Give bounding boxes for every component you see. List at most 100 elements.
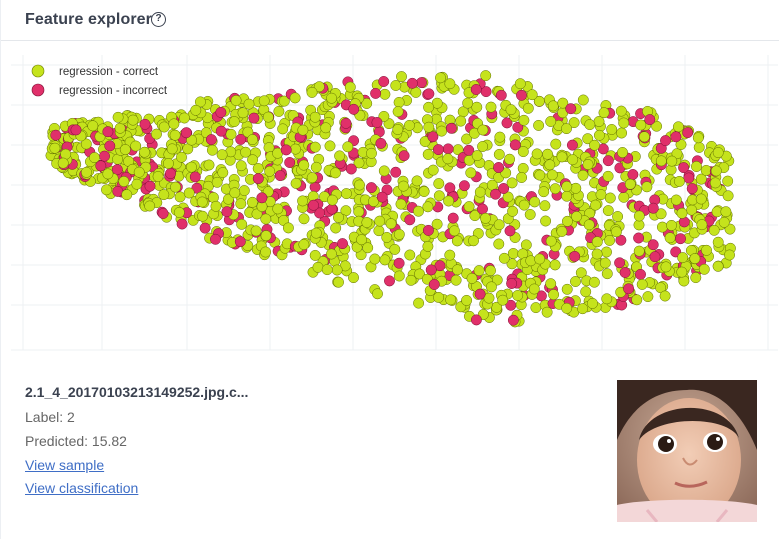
point-correct[interactable] — [411, 175, 423, 187]
point-incorrect[interactable] — [384, 275, 395, 287]
point-correct[interactable] — [309, 249, 321, 261]
point-correct[interactable] — [471, 101, 483, 113]
point-correct[interactable] — [709, 177, 721, 189]
point-correct[interactable] — [462, 97, 474, 109]
point-correct[interactable] — [410, 86, 422, 98]
point-correct[interactable] — [656, 221, 668, 233]
point-correct[interactable] — [577, 169, 589, 181]
point-correct[interactable] — [243, 98, 255, 110]
point-correct[interactable] — [722, 190, 734, 202]
point-correct[interactable] — [236, 218, 248, 230]
point-correct[interactable] — [310, 161, 322, 173]
point-incorrect[interactable] — [506, 278, 518, 289]
point-correct[interactable] — [712, 147, 724, 159]
point-correct[interactable] — [480, 70, 492, 82]
point-correct[interactable] — [361, 217, 373, 228]
point-correct[interactable] — [310, 227, 322, 239]
point-correct[interactable] — [516, 172, 528, 183]
point-correct[interactable] — [158, 189, 170, 201]
point-correct[interactable] — [260, 213, 272, 225]
point-correct[interactable] — [210, 200, 222, 212]
point-correct[interactable] — [455, 115, 467, 127]
point-correct[interactable] — [461, 294, 473, 306]
point-correct[interactable] — [217, 167, 229, 179]
point-correct[interactable] — [493, 148, 505, 160]
point-correct[interactable] — [260, 230, 272, 242]
point-correct[interactable] — [422, 240, 434, 252]
point-incorrect[interactable] — [647, 239, 659, 251]
point-correct[interactable] — [168, 118, 180, 130]
point-correct[interactable] — [433, 178, 445, 190]
point-correct[interactable] — [306, 86, 318, 98]
point-correct[interactable] — [507, 205, 519, 217]
point-correct[interactable] — [423, 101, 435, 113]
point-correct[interactable] — [348, 272, 359, 284]
point-correct[interactable] — [601, 246, 612, 258]
point-correct[interactable] — [598, 107, 610, 119]
point-correct[interactable] — [616, 127, 628, 139]
point-correct[interactable] — [636, 278, 648, 290]
point-incorrect[interactable] — [370, 87, 382, 99]
point-correct[interactable] — [362, 242, 374, 254]
point-incorrect[interactable] — [256, 192, 268, 204]
point-correct[interactable] — [333, 211, 344, 223]
point-correct[interactable] — [561, 123, 572, 135]
point-incorrect[interactable] — [406, 77, 418, 89]
point-correct[interactable] — [216, 149, 228, 161]
point-incorrect[interactable] — [678, 162, 690, 174]
point-incorrect[interactable] — [644, 114, 656, 126]
point-correct[interactable] — [486, 179, 498, 191]
point-correct[interactable] — [534, 169, 546, 181]
point-correct[interactable] — [413, 297, 425, 309]
point-incorrect[interactable] — [470, 84, 482, 95]
point-incorrect[interactable] — [375, 137, 387, 149]
point-correct[interactable] — [701, 244, 712, 256]
point-correct[interactable] — [533, 119, 545, 131]
point-correct[interactable] — [544, 159, 556, 171]
point-correct[interactable] — [378, 165, 390, 177]
point-correct[interactable] — [577, 94, 589, 106]
point-incorrect[interactable] — [189, 171, 201, 183]
point-correct[interactable] — [497, 294, 509, 306]
point-correct[interactable] — [112, 111, 124, 123]
point-correct[interactable] — [102, 168, 114, 180]
point-correct[interactable] — [385, 218, 397, 230]
point-correct[interactable] — [225, 128, 237, 140]
point-correct[interactable] — [133, 166, 145, 178]
point-correct[interactable] — [309, 141, 321, 153]
point-correct[interactable] — [538, 186, 550, 198]
point-correct[interactable] — [549, 183, 561, 195]
point-correct[interactable] — [173, 206, 185, 218]
point-correct[interactable] — [571, 211, 583, 223]
point-correct[interactable] — [561, 302, 573, 314]
point-incorrect[interactable] — [447, 212, 459, 224]
point-incorrect[interactable] — [647, 202, 659, 214]
point-correct[interactable] — [695, 193, 707, 205]
point-correct[interactable] — [273, 105, 285, 117]
point-correct[interactable] — [526, 89, 538, 101]
point-correct[interactable] — [178, 112, 190, 124]
point-correct[interactable] — [366, 147, 377, 159]
point-correct[interactable] — [246, 196, 258, 208]
point-correct[interactable] — [507, 248, 519, 259]
point-correct[interactable] — [433, 291, 445, 303]
point-correct[interactable] — [423, 121, 435, 133]
point-correct[interactable] — [297, 124, 309, 136]
point-correct[interactable] — [693, 141, 705, 153]
point-correct[interactable] — [618, 117, 630, 129]
point-correct[interactable] — [570, 276, 581, 287]
point-incorrect[interactable] — [345, 163, 357, 175]
point-incorrect[interactable] — [157, 208, 169, 219]
point-incorrect[interactable] — [633, 232, 645, 244]
point-correct[interactable] — [466, 272, 478, 284]
point-correct[interactable] — [666, 155, 678, 167]
point-incorrect[interactable] — [234, 236, 246, 248]
point-correct[interactable] — [690, 272, 702, 284]
point-correct[interactable] — [618, 191, 630, 203]
feature-scatter-plot[interactable]: regression - correct regression - incorr… — [11, 55, 778, 357]
point-correct[interactable] — [561, 283, 573, 295]
point-correct[interactable] — [678, 275, 690, 287]
point-correct[interactable] — [250, 225, 262, 237]
point-incorrect[interactable] — [280, 144, 292, 156]
point-correct[interactable] — [505, 104, 517, 116]
